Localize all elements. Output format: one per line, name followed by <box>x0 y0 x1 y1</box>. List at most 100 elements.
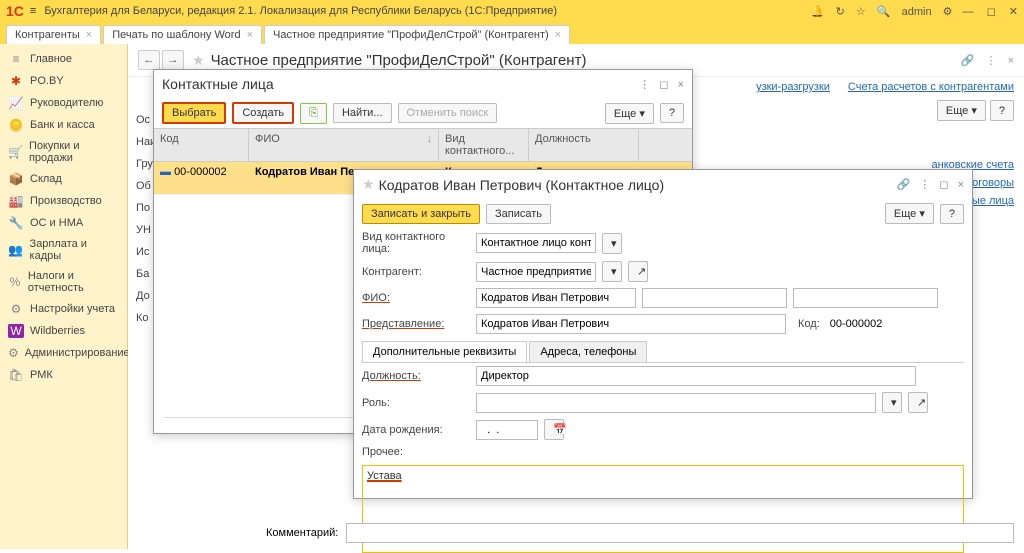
tab-close-icon[interactable]: × <box>555 29 561 41</box>
nav-sidebar: ≡Главное ✱PO.BY 📈Руководителю 🪙Банк и ка… <box>0 44 128 549</box>
star-icon[interactable]: ☆ <box>856 6 866 18</box>
more-button[interactable]: Еще ▾ <box>937 100 986 121</box>
col-code[interactable]: Код <box>154 129 249 161</box>
find-button[interactable]: Найти... <box>333 103 392 123</box>
wb-icon: W <box>8 324 24 338</box>
people-icon: 👥 <box>8 243 24 257</box>
search-icon[interactable]: 🔍 <box>877 6 891 18</box>
comment-row: Комментарий: <box>266 523 1014 543</box>
gear-icon: ⚙ <box>8 302 24 316</box>
tab-close-icon[interactable]: × <box>247 29 253 41</box>
content-area: ← → ★ Частное предприятие "ПрофиДелСтрой… <box>128 44 1024 549</box>
sidebar-item-assets[interactable]: 🔧ОС и НМА <box>0 212 127 234</box>
representation-field[interactable] <box>476 314 786 334</box>
tab-close-icon[interactable]: × <box>86 29 92 41</box>
sidebar-item-production[interactable]: 🏭Производство <box>0 190 127 212</box>
tab-kontragenty[interactable]: Контрагенты× <box>6 25 101 44</box>
tab-word-template[interactable]: Печать по шаблону Word× <box>103 25 262 44</box>
sidebar-item-tax[interactable]: %Налоги и отчетность <box>0 266 127 298</box>
close-page-icon[interactable]: × <box>1008 55 1014 67</box>
comment-field[interactable] <box>346 523 1014 543</box>
nav-back-button[interactable]: ← <box>138 50 160 70</box>
link-icon[interactable]: 🔗 <box>961 55 975 67</box>
sidebar-item-poby[interactable]: ✱PO.BY <box>0 70 127 92</box>
settings-icon[interactable]: ⚙ <box>943 6 953 18</box>
link-accounts[interactable]: Счета расчетов с контрагентами <box>848 81 1014 93</box>
contact-type-field[interactable] <box>476 233 596 253</box>
star-icon: ✱ <box>8 74 24 88</box>
tab-addresses[interactable]: Адреса, телефоны <box>529 341 647 362</box>
cancel-find-button[interactable]: Отменить поиск <box>398 103 498 123</box>
label-code: Код: <box>798 318 820 330</box>
create-button[interactable]: Создать <box>232 102 294 124</box>
hamburger-icon[interactable]: ≡ <box>30 5 36 17</box>
fio-field-2[interactable] <box>642 288 787 308</box>
close-icon[interactable]: × <box>958 179 964 191</box>
close-icon[interactable]: × <box>678 79 684 91</box>
dropdown-icon[interactable]: ▾ <box>602 261 622 282</box>
coin-icon: 🪙 <box>8 118 24 132</box>
sidebar-item-bank[interactable]: 🪙Банк и касса <box>0 114 127 136</box>
more-button[interactable]: Еще ▾ <box>605 103 654 124</box>
wrench-icon: 🔧 <box>8 216 24 230</box>
grid-header: Код ФИО ↓ Вид контактного... Должность <box>154 128 692 162</box>
sidebar-item-stock[interactable]: 📦Склад <box>0 168 127 190</box>
favorite-icon[interactable]: ★ <box>192 52 205 69</box>
calendar-icon[interactable]: 📅 <box>544 419 564 440</box>
save-close-button[interactable]: Записать и закрыть <box>362 204 480 224</box>
box-icon: 📦 <box>8 172 24 186</box>
sidebar-item-settings[interactable]: ⚙Настройки учета <box>0 298 127 320</box>
dialog-title: Контактные лица <box>162 76 633 92</box>
history-icon[interactable]: ↻ <box>836 6 845 18</box>
sidebar-item-rmk[interactable]: 🛍РМК <box>0 364 127 386</box>
help-button[interactable]: ? <box>990 100 1014 121</box>
maximize-icon[interactable]: ◻ <box>659 79 668 91</box>
save-button[interactable]: Записать <box>486 204 551 224</box>
label-representation: Представление: <box>362 318 470 330</box>
tab-kontragent-card[interactable]: Частное предприятие "ПрофиДелСтрой" (Кон… <box>264 25 570 44</box>
link-icon[interactable]: 🔗 <box>897 179 911 191</box>
col-fio[interactable]: ФИО ↓ <box>249 129 439 161</box>
bell-icon[interactable]: 🔔 <box>811 6 825 18</box>
more-icon[interactable]: ⋮ <box>986 55 997 67</box>
contact-card-dialog: ★ Кодратов Иван Петрович (Контактное лиц… <box>353 169 973 499</box>
col-type[interactable]: Вид контактного... <box>439 129 529 161</box>
sidebar-item-hr[interactable]: 👥Зарплата и кадры <box>0 234 127 266</box>
open-icon[interactable]: ↗ <box>628 261 648 282</box>
kontragent-field[interactable] <box>476 262 596 282</box>
maximize-icon[interactable]: ◻ <box>987 6 996 18</box>
position-field[interactable] <box>476 366 916 386</box>
document-tabs: Контрагенты× Печать по шаблону Word× Час… <box>0 22 1024 44</box>
tab-extra-props[interactable]: Дополнительные реквизиты <box>362 341 527 362</box>
select-button[interactable]: Выбрать <box>162 102 226 124</box>
maximize-icon[interactable]: ◻ <box>939 179 948 191</box>
role-field[interactable] <box>476 393 876 413</box>
help-button[interactable]: ? <box>660 103 684 123</box>
sidebar-item-main[interactable]: ≡Главное <box>0 48 127 70</box>
sidebar-item-manager[interactable]: 📈Руководителю <box>0 92 127 114</box>
fio-field[interactable] <box>476 288 636 308</box>
dropdown-icon[interactable]: ▾ <box>882 392 902 413</box>
col-pos[interactable]: Должность <box>529 129 639 161</box>
more-icon[interactable]: ⋮ <box>919 179 930 191</box>
copy-button[interactable]: ⎘ <box>300 103 327 124</box>
dropdown-icon[interactable]: ▾ <box>602 233 622 254</box>
more-button[interactable]: Еще ▾ <box>885 203 934 224</box>
open-icon[interactable]: ↗ <box>908 392 928 413</box>
nav-forward-button[interactable]: → <box>162 50 184 70</box>
favorite-icon[interactable]: ★ <box>362 176 375 193</box>
label-contact-type: Вид контактного лица: <box>362 231 470 255</box>
help-button[interactable]: ? <box>940 204 964 224</box>
more-icon[interactable]: ⋮ <box>639 79 650 91</box>
chart-icon: 📈 <box>8 96 24 110</box>
birthdate-field[interactable] <box>476 420 538 440</box>
close-icon[interactable]: ✕ <box>1009 6 1018 18</box>
sidebar-item-admin[interactable]: ⚙Администрирование <box>0 342 127 364</box>
user-label[interactable]: admin <box>902 6 932 18</box>
sidebar-item-wb[interactable]: WWildberries <box>0 320 127 342</box>
minimize-icon[interactable]: — <box>963 6 974 18</box>
fio-field-3[interactable] <box>793 288 938 308</box>
bag-icon: 🛍 <box>8 368 24 382</box>
sidebar-item-sales[interactable]: 🛒Покупки и продажи <box>0 136 127 168</box>
link-loading[interactable]: узки-разгрузки <box>756 81 830 93</box>
